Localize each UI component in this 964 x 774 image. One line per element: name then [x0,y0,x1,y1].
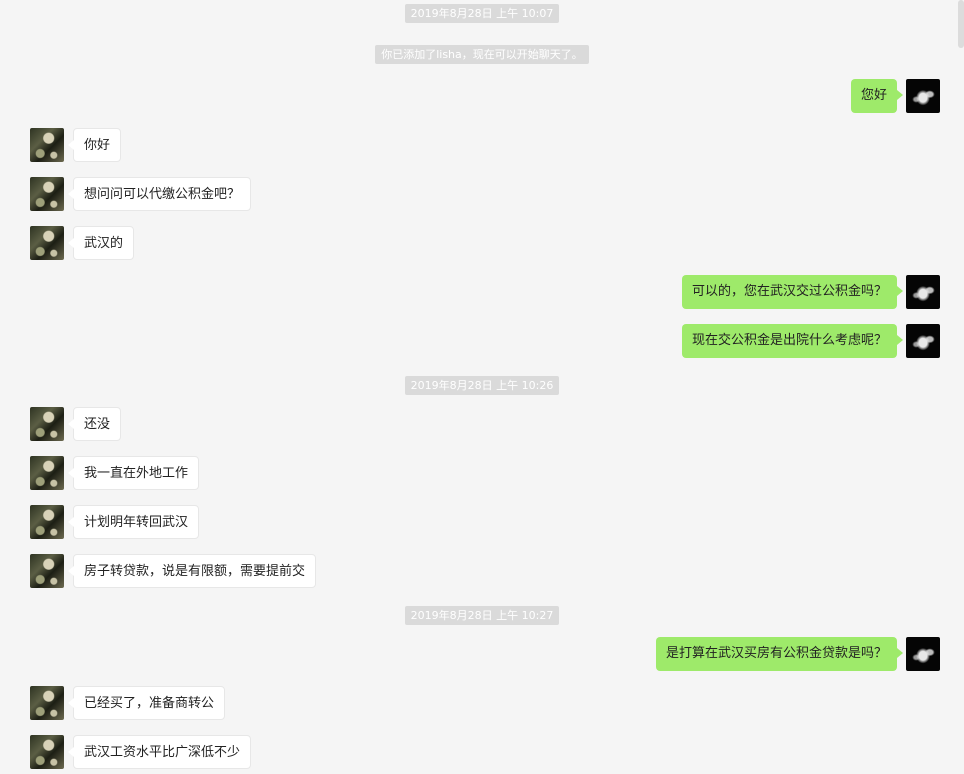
message-bubble[interactable]: 还没 [67,407,122,441]
message-incoming: 已经买了，准备商转公 [0,685,964,721]
message-bubble[interactable]: 是打算在武汉买房有公积金贷款是吗？ [655,637,904,671]
self-avatar[interactable] [906,324,940,358]
contact-avatar[interactable] [30,177,64,211]
message-bubble[interactable]: 计划明年转回武汉 [67,505,200,539]
message-incoming: 你好 [0,127,964,163]
message-bubble[interactable]: 武汉的 [67,226,135,260]
self-avatar[interactable] [906,275,940,309]
message-bubble[interactable]: 你好 [67,128,122,162]
message-bubble[interactable]: 已经买了，准备商转公 [67,686,226,720]
message-incoming: 还没 [0,406,964,442]
message-incoming: 想问问可以代缴公积金吧？ [0,176,964,212]
message-bubble[interactable]: 想问问可以代缴公积金吧？ [67,177,252,211]
contact-avatar[interactable] [30,128,64,162]
message-bubble[interactable]: 您好 [850,79,904,113]
message-bubble[interactable]: 武汉工资水平比广深低不少 [67,735,252,769]
message-incoming: 计划明年转回武汉 [0,504,964,540]
message-incoming: 武汉工资水平比广深低不少 [0,734,964,770]
message-outgoing: 您好 [0,78,964,114]
timestamp-label: 2019年8月28日 上午 10:27 [404,605,560,625]
timestamp: 2019年8月28日 上午 10:27 [0,605,964,625]
contact-avatar[interactable] [30,226,64,260]
timestamp: 2019年8月28日 上午 10:26 [0,375,964,395]
message-outgoing: 是打算在武汉买房有公积金贷款是吗？ [0,636,964,672]
timestamp-label: 2019年8月28日 上午 10:07 [404,3,560,23]
message-incoming: 武汉的 [0,225,964,261]
system-notice-label: 你已添加了lisha，现在可以开始聊天了。 [375,44,589,64]
message-bubble[interactable]: 现在交公积金是出院什么考虑呢？ [681,324,904,358]
system-notice: 你已添加了lisha，现在可以开始聊天了。 [0,44,964,64]
contact-avatar[interactable] [30,686,64,720]
message-bubble[interactable]: 我一直在外地工作 [67,456,200,490]
contact-avatar[interactable] [30,456,64,490]
message-incoming: 房子转贷款，说是有限额，需要提前交 [0,553,964,589]
contact-avatar[interactable] [30,407,64,441]
contact-avatar[interactable] [30,735,64,769]
contact-avatar[interactable] [30,554,64,588]
message-outgoing: 可以的，您在武汉交过公积金吗？ [0,274,964,310]
timestamp-label: 2019年8月28日 上午 10:26 [404,375,560,395]
contact-avatar[interactable] [30,505,64,539]
self-avatar[interactable] [906,637,940,671]
message-bubble[interactable]: 房子转贷款，说是有限额，需要提前交 [67,554,317,588]
message-incoming: 我一直在外地工作 [0,455,964,491]
timestamp: 2019年8月28日 上午 10:07 [0,3,964,23]
self-avatar[interactable] [906,79,940,113]
message-outgoing: 现在交公积金是出院什么考虑呢？ [0,323,964,359]
message-bubble[interactable]: 可以的，您在武汉交过公积金吗？ [681,275,904,309]
